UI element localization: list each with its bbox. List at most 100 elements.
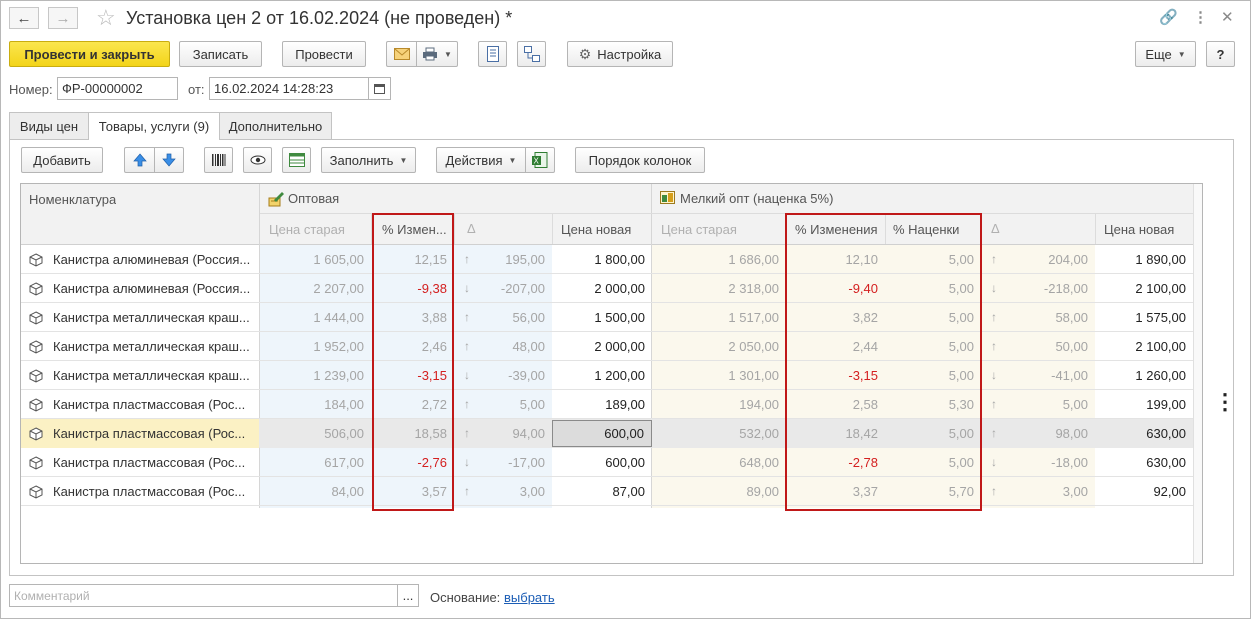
mail-button[interactable] xyxy=(386,41,416,67)
cell-r-delta[interactable]: 204,00 xyxy=(1011,245,1095,274)
cell-w-new-price[interactable]: 1 800,00 xyxy=(552,245,652,274)
cell-w-delta[interactable]: -207,00 xyxy=(484,274,552,303)
basis-link[interactable]: выбрать xyxy=(504,590,555,605)
cell-r-new-price[interactable]: 199,00 xyxy=(1095,390,1193,419)
cell-r-pct-change[interactable]: -9,40 xyxy=(786,274,885,303)
cell-w-new-price[interactable]: 1 200,00 xyxy=(552,361,652,390)
cell-w-new-price[interactable]: 189,00 xyxy=(552,390,652,419)
cell-item-name[interactable]: Канистра металлическая краш... xyxy=(21,361,259,390)
cell-w-delta[interactable]: -17,00 xyxy=(484,448,552,477)
col-header-w-pct-change[interactable]: % Измен... xyxy=(382,222,454,237)
date-field[interactable]: 16.02.2024 14:28:23 xyxy=(209,77,369,100)
cell-r-new-price[interactable]: 1 260,00 xyxy=(1095,361,1193,390)
calendar-button[interactable] xyxy=(368,77,391,100)
cell-r-pct-change[interactable]: 2,44 xyxy=(786,332,885,361)
forward-arrow-icon[interactable]: → xyxy=(48,7,78,29)
structure-button[interactable] xyxy=(517,41,546,67)
col-header-item[interactable]: Номенклатура xyxy=(29,192,116,207)
cell-w-old-price[interactable]: 184,00 xyxy=(260,390,371,419)
cell-w-delta[interactable]: 48,00 xyxy=(484,332,552,361)
cell-r-pct-markup[interactable]: 5,00 xyxy=(885,245,981,274)
tab-additional[interactable]: Дополнительно xyxy=(219,112,332,139)
save-button[interactable]: Записать xyxy=(179,41,262,67)
col-header-r-old-price[interactable]: Цена старая xyxy=(661,222,737,237)
cell-r-pct-change[interactable]: 18,42 xyxy=(786,419,885,448)
cell-w-new-price[interactable]: 87,00 xyxy=(552,477,652,506)
cell-w-pct-change[interactable]: 2,46 xyxy=(371,332,454,361)
cell-w-pct-change[interactable]: -9,38 xyxy=(371,274,454,303)
comment-field[interactable]: Комментарий xyxy=(9,584,398,607)
cell-r-delta[interactable]: 3,00 xyxy=(1011,477,1095,506)
tab-goods-services[interactable]: Товары, услуги (9) xyxy=(88,112,220,140)
more-button[interactable]: Еще ▼ xyxy=(1135,41,1196,67)
cell-w-delta[interactable]: 3,00 xyxy=(484,477,552,506)
cell-r-delta[interactable]: -218,00 xyxy=(1011,274,1095,303)
cell-w-delta[interactable]: 94,00 xyxy=(484,419,552,448)
cell-r-new-price[interactable]: 1 890,00 xyxy=(1095,245,1193,274)
cell-r-pct-markup[interactable]: 5,30 xyxy=(885,390,981,419)
cell-r-delta[interactable]: -18,00 xyxy=(1011,448,1095,477)
cell-r-pct-change[interactable]: -3,15 xyxy=(786,361,885,390)
cell-r-old-price[interactable]: 194,00 xyxy=(652,390,786,419)
post-and-close-button[interactable]: Провести и закрыть xyxy=(9,41,170,67)
cell-r-pct-change[interactable]: 3,37 xyxy=(786,477,885,506)
comment-expand-button[interactable]: ... xyxy=(397,584,419,607)
cell-r-pct-change[interactable]: 12,10 xyxy=(786,245,885,274)
tab-price-types[interactable]: Виды цен xyxy=(9,112,89,139)
help-button[interactable]: ? xyxy=(1206,41,1235,67)
cell-r-pct-markup[interactable]: 5,70 xyxy=(885,477,981,506)
cell-r-pct-markup[interactable]: 5,00 xyxy=(885,274,981,303)
cell-w-new-price[interactable]: 600,00 xyxy=(552,420,652,447)
cell-r-old-price[interactable]: 1 517,00 xyxy=(652,303,786,332)
cell-w-delta[interactable]: 56,00 xyxy=(484,303,552,332)
cell-w-new-price[interactable]: 2 000,00 xyxy=(552,274,652,303)
cell-item-name[interactable]: Канистра пластмассовая (Рос... xyxy=(21,477,259,506)
cell-r-new-price[interactable]: 2 100,00 xyxy=(1095,274,1193,303)
cell-w-pct-change[interactable]: 2,72 xyxy=(371,390,454,419)
cell-w-new-price[interactable]: 600,00 xyxy=(552,448,652,477)
cell-r-delta[interactable]: 50,00 xyxy=(1011,332,1095,361)
cell-r-old-price[interactable]: 532,00 xyxy=(652,419,786,448)
add-button[interactable]: Добавить xyxy=(21,147,103,173)
move-up-button[interactable] xyxy=(124,147,154,173)
col-header-r-new-price[interactable]: Цена новая xyxy=(1104,222,1174,237)
cell-r-pct-change[interactable]: 3,82 xyxy=(786,303,885,332)
cell-w-delta[interactable]: 5,00 xyxy=(484,390,552,419)
view-button[interactable] xyxy=(243,147,272,173)
cell-w-delta[interactable]: 195,00 xyxy=(484,245,552,274)
cell-w-pct-change[interactable]: -2,76 xyxy=(371,448,454,477)
cell-item-name[interactable]: Канистра металлическая краш... xyxy=(21,332,259,361)
cell-r-old-price[interactable]: 1 301,00 xyxy=(652,361,786,390)
move-down-button[interactable] xyxy=(154,147,184,173)
number-field[interactable]: ФР-00000002 xyxy=(57,77,178,100)
col-header-w-delta[interactable]: Δ xyxy=(467,221,476,236)
cell-w-new-price[interactable]: 1 500,00 xyxy=(552,303,652,332)
close-icon[interactable]: ✕ xyxy=(1221,8,1234,26)
document-button[interactable] xyxy=(478,41,507,67)
cell-item-name[interactable]: Канистра пластмассовая (Рос... xyxy=(21,390,259,419)
cell-r-pct-markup[interactable]: 5,00 xyxy=(885,361,981,390)
col-header-r-pct-markup[interactable]: % Наценки xyxy=(893,222,959,237)
cell-w-new-price[interactable]: 2 000,00 xyxy=(552,332,652,361)
column-order-button[interactable]: Порядок колонок xyxy=(575,147,705,173)
cell-w-pct-change[interactable]: 3,57 xyxy=(371,477,454,506)
cell-r-pct-markup[interactable]: 5,00 xyxy=(885,303,981,332)
cell-r-new-price[interactable]: 1 575,00 xyxy=(1095,303,1193,332)
cell-w-old-price[interactable]: 84,00 xyxy=(260,477,371,506)
cell-r-old-price[interactable]: 648,00 xyxy=(652,448,786,477)
cell-item-name[interactable]: Канистра пластмассовая (Рос... xyxy=(21,448,259,477)
cell-r-new-price[interactable]: 2 100,00 xyxy=(1095,332,1193,361)
link-icon[interactable]: 🔗 xyxy=(1159,8,1178,26)
col-header-r-delta[interactable]: Δ xyxy=(991,221,1000,236)
fill-button[interactable]: Заполнить ▼ xyxy=(321,147,416,173)
cell-r-delta[interactable]: 58,00 xyxy=(1011,303,1095,332)
more-vertical-icon[interactable]: ⋮ xyxy=(1214,391,1236,413)
cell-w-pct-change[interactable]: -3,15 xyxy=(371,361,454,390)
cell-w-old-price[interactable]: 1 952,00 xyxy=(260,332,371,361)
back-arrow-icon[interactable]: ← xyxy=(9,7,39,29)
cell-r-old-price[interactable]: 2 050,00 xyxy=(652,332,786,361)
cell-item-name[interactable]: Канистра металлическая краш... xyxy=(21,303,259,332)
cell-item-name[interactable]: Канистра пластмассовая (Рос... xyxy=(21,419,259,448)
table-settings-button[interactable] xyxy=(282,147,311,173)
cell-r-old-price[interactable]: 2 318,00 xyxy=(652,274,786,303)
